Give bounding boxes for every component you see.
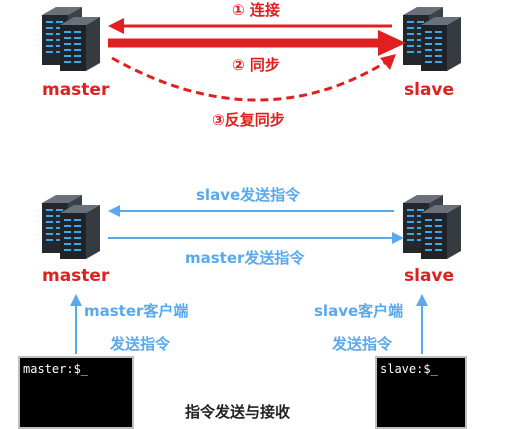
master-terminal[interactable]: master:$_ — [18, 356, 134, 429]
slave-send-command-label: slave发送指令 — [196, 186, 301, 204]
step-sync-label: ② 同步 — [232, 56, 280, 74]
diagram-caption: 指令发送与接收 — [185, 403, 291, 421]
slave-to-master-arrow — [108, 205, 394, 217]
master-label-top: master — [42, 80, 110, 100]
master-client-send-label: 发送指令 — [110, 335, 171, 353]
master-server-icon-top — [42, 7, 100, 71]
slave-label-top: slave — [404, 80, 455, 100]
slave-server-icon-bottom — [403, 195, 461, 259]
slave-server-icon-top — [403, 7, 461, 71]
master-terminal-prompt: master:$_ — [23, 362, 89, 376]
slave-client-arrow — [416, 294, 428, 354]
master-send-command-label: master发送指令 — [185, 249, 305, 267]
master-client-arrow — [70, 294, 82, 354]
step-repeat-sync-label: ③反复同步 — [212, 111, 285, 129]
master-to-slave-arrow — [108, 232, 404, 244]
slave-client-label: slave客户端 — [314, 302, 404, 320]
slave-label-bottom: slave — [404, 266, 455, 286]
master-label-bottom: master — [42, 266, 110, 286]
master-server-icon-bottom — [42, 195, 100, 259]
step-connect-label: ① 连接 — [232, 1, 280, 19]
sync-arrow — [108, 30, 406, 56]
master-client-label: master客户端 — [84, 302, 189, 320]
slave-terminal[interactable]: slave:$_ — [375, 356, 467, 429]
slave-client-send-label: 发送指令 — [332, 335, 393, 353]
connect-arrow — [108, 18, 392, 34]
slave-terminal-prompt: slave:$_ — [380, 362, 438, 376]
